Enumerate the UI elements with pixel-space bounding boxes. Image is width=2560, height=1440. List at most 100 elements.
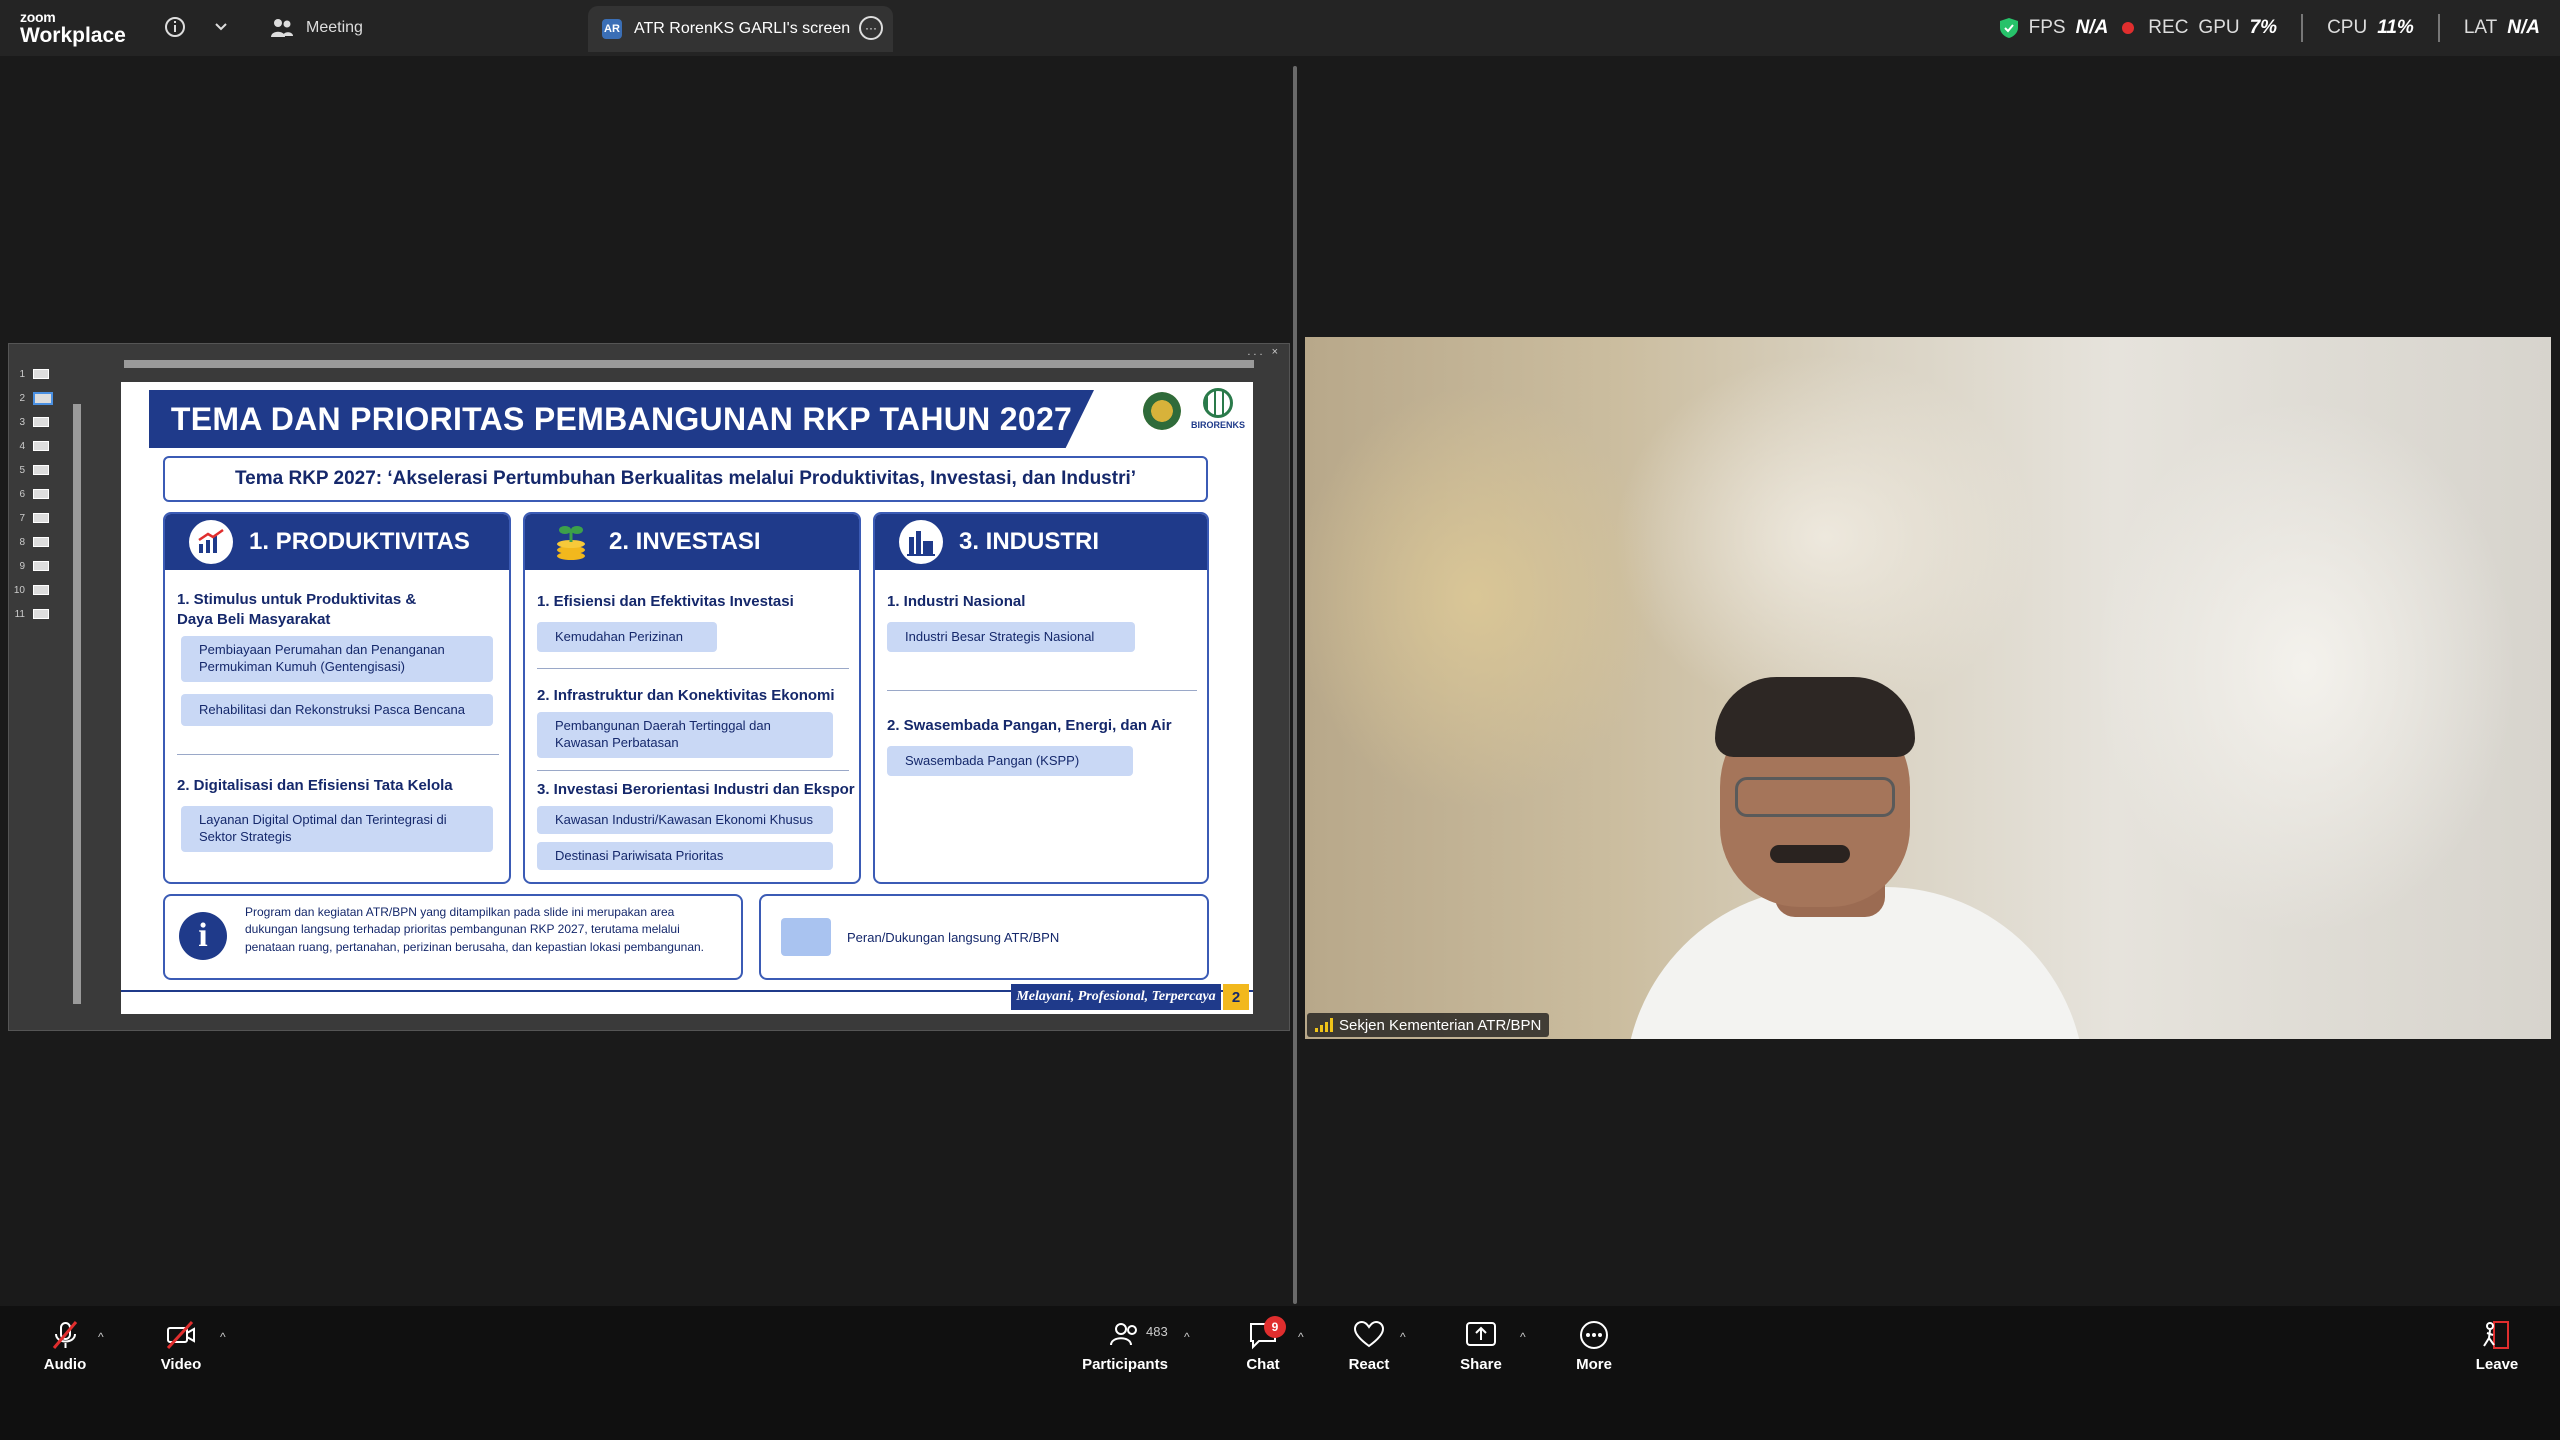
more-options-icon[interactable]: ··· [859,16,883,40]
gpu-value: 7% [2249,17,2278,38]
slide-thumbnail[interactable]: 5 [9,458,63,482]
program-pill: Swasembada Pangan (KSPP) [887,746,1133,776]
slide-thumbnail-preview [33,391,53,405]
section-divider [177,754,499,755]
cpu-value: 11% [2377,17,2414,38]
participant-video-feed [1605,677,2085,1039]
audio-button[interactable]: Audio [20,1318,110,1373]
slide-thumbnail[interactable]: 6 [9,482,63,506]
column-header: 1. PRODUKTIVITAS [165,514,509,570]
cpu-label: CPU [2327,17,2368,38]
title-bar: zoom Workplace Meeting AR ATR RorenKS GA… [0,0,2560,56]
sharer-avatar-badge: AR [602,19,622,39]
split-view-divider[interactable] [1293,66,1297,1304]
participant-name-tag: Sekjen Kementerian ATR/BPN [1307,1013,1550,1037]
program-pill: Rehabilitasi dan Rekonstruksi Pasca Benc… [181,694,493,726]
section-title: 2. Infrastruktur dan Konektivitas Ekonom… [537,687,835,704]
share-button[interactable]: Share [1436,1318,1526,1373]
heart-icon [1353,1320,1385,1348]
chat-unread-badge: 9 [1264,1316,1286,1338]
participants-label: Participants [1082,1356,1168,1373]
column-header: 2. INVESTASI [525,514,859,570]
slide-thumbnail[interactable]: 1 [9,362,63,386]
more-button[interactable]: More [1549,1318,1639,1373]
rec-label: REC [2148,17,2189,38]
section-title: 2. Digitalisasi dan Efisiensi Tata Kelol… [177,777,453,794]
lat-value: N/A [2507,17,2540,38]
section-title: 1. Industri Nasional [887,593,1026,610]
section-title: 3. Investasi Berorientasi Industri dan E… [537,781,855,798]
participants-icon [1110,1323,1137,1346]
birorenks-logo: BIRORENKS [1189,388,1247,430]
slide-thumbnail[interactable]: 4 [9,434,63,458]
slide-thumbnail-preview [33,417,49,427]
section-title: 2. Swasembada Pangan, Energi, dan Air [887,717,1172,734]
slide-thumbnail-preview [33,489,49,499]
section-divider [887,690,1197,691]
chart-up-icon [189,520,233,564]
slide-thumbnail-preview [33,465,49,475]
slide-thumbnail-number: 4 [19,440,25,452]
slide-thumbnail[interactable]: 3 [9,410,63,434]
slide-thumbnail[interactable]: 8 [9,530,63,554]
column-investasi: 2. INVESTASI 1. Efisiensi dan Efektivita… [523,512,861,884]
program-pill: Destinasi Pariwisata Prioritas [537,842,833,870]
slide-thumbnail[interactable]: 9 [9,554,63,578]
column-industri: 3. INDUSTRI 1. Industri Nasional Industr… [873,512,1209,884]
rec-dot-icon [2122,22,2135,34]
info-icon[interactable] [160,12,190,42]
program-pill: Kawasan Industri/Kawasan Ekonomi Khusus [537,806,833,834]
logo-big-text: Workplace [20,24,126,47]
slide-thumbnail[interactable]: 10 [9,578,63,602]
audio-options-caret-icon[interactable]: ^ [98,1330,104,1344]
share-options-caret-icon[interactable]: ^ [1520,1330,1526,1344]
chevron-down-icon[interactable] [206,12,236,42]
leave-door-icon [2483,1321,2509,1349]
atr-bpn-seal-icon [1143,392,1181,430]
slide-thumbnail-number: 6 [19,488,25,500]
screen-share-tab-label: ATR RorenKS GARLI's screen [634,20,851,37]
chat-label: Chat [1246,1356,1280,1373]
slide-motto: Melayani, Profesional, Terpercaya [1011,984,1221,1010]
share-screen-icon [1466,1322,1496,1346]
slide-thumbnail-number: 10 [13,584,25,596]
slide-title-banner: TEMA DAN PRIORITAS PEMBANGUNAN RKP TAHUN… [149,390,1094,448]
coins-plant-icon [549,520,593,564]
react-options-caret-icon[interactable]: ^ [1400,1330,1406,1344]
share-label: Share [1460,1356,1502,1373]
logo-text: BIRORENKS [1190,420,1245,430]
meeting-tab-label: Meeting [306,19,363,36]
participants-options-caret-icon[interactable]: ^ [1184,1330,1190,1344]
slide-thumbnail-preview [33,609,49,619]
security-shield-icon[interactable] [1999,17,2019,39]
leave-button[interactable]: Leave [2452,1318,2542,1373]
section-title: 1. Stimulus untuk Produktivitas & Daya B… [177,591,417,628]
slide-thumbnail-preview [33,369,49,379]
people-icon [271,19,293,37]
meeting-tab[interactable]: Meeting [270,12,363,44]
video-button[interactable]: Video [136,1318,226,1373]
zoom-workplace-logo: zoom Workplace [20,10,126,46]
slide-thumbnail[interactable]: 7 [9,506,63,530]
presentation-window-controls[interactable]: ... × [1247,346,1281,358]
slide-thumbnails: 1 2 3 4 5 6 7 8 9 10 11 [9,362,63,626]
performance-stats: FPS N/A REC GPU 7% CPU 11% LAT N/A [1999,14,2540,42]
slide-thumbnail[interactable]: 2 [9,386,63,410]
chat-button[interactable]: Chat [1218,1318,1308,1373]
screen-share-tab[interactable]: AR ATR RorenKS GARLI's screen ··· [588,6,893,52]
video-options-caret-icon[interactable]: ^ [220,1330,226,1344]
shared-screen[interactable]: ... × 1 2 3 4 5 6 7 8 9 10 11 TEMA DAN PRIORITAS P… [8,343,1290,1031]
react-button[interactable]: React [1324,1318,1414,1373]
slide-thumbnail-number: 11 [14,608,25,620]
slide-thumbnail-preview [33,561,49,571]
logo-small-text: zoom [20,9,56,25]
chat-options-caret-icon[interactable]: ^ [1298,1330,1304,1344]
slide-thumbnail[interactable]: 11 [9,602,63,626]
slide-thumbnail-preview [33,513,49,523]
video-label: Video [160,1356,202,1373]
program-pill: Kemudahan Perizinan [537,622,717,652]
slide-thumbnail-preview [33,441,49,451]
slide-title: TEMA DAN PRIORITAS PEMBANGUNAN RKP TAHUN… [170,400,1073,437]
participant-video-tile[interactable]: Sekjen Kementerian ATR/BPN [1305,337,2551,1039]
globe-icon [1203,388,1233,418]
